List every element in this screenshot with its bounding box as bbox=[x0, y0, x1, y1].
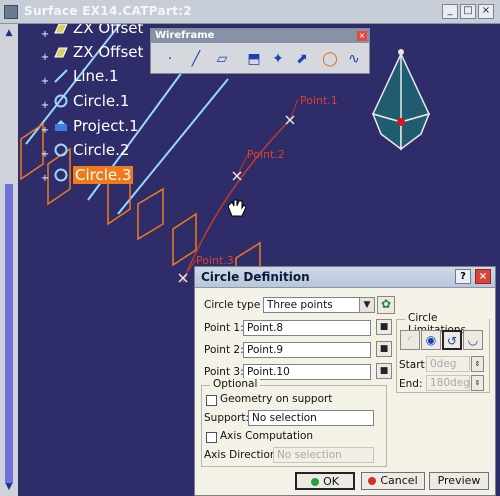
axis-computation-label: Axis Computation bbox=[220, 430, 314, 442]
circle-icon[interactable]: ◯ bbox=[319, 47, 341, 71]
point3-context-button[interactable]: ■ bbox=[376, 363, 392, 379]
dialog-close-button[interactable]: × bbox=[475, 269, 491, 284]
optional-label: Optional bbox=[210, 378, 261, 390]
point1-field[interactable]: Point.8 bbox=[243, 320, 371, 336]
geometry-on-support-checkbox[interactable] bbox=[206, 395, 217, 406]
wire-line-3 bbox=[117, 78, 229, 215]
whole-circle-icon[interactable]: ◉ bbox=[421, 330, 441, 350]
point1-context-button[interactable]: ■ bbox=[376, 319, 392, 335]
window-title: Surface EX14.CATPart:2 bbox=[24, 4, 192, 18]
profile-5 bbox=[172, 212, 197, 267]
plane-icon bbox=[54, 43, 68, 58]
line-icon bbox=[54, 67, 68, 83]
trimmed-circle-icon[interactable]: ◜ bbox=[400, 330, 420, 350]
dialog-title: Circle Definition bbox=[201, 270, 310, 284]
end-spinner-icon[interactable]: ⇕ bbox=[471, 375, 484, 391]
plane-icon[interactable]: ▱ bbox=[211, 47, 233, 71]
plane-icon bbox=[54, 24, 68, 34]
point-icon[interactable]: · bbox=[159, 47, 181, 71]
tree-item-project-1[interactable]: Project.1 bbox=[54, 115, 139, 137]
parallel-curve-icon[interactable]: ⬈ bbox=[291, 47, 313, 71]
spline-icon[interactable]: ∿ bbox=[343, 47, 365, 71]
circle-type-label: Circle type : bbox=[204, 299, 268, 311]
catia-app-icon bbox=[4, 5, 18, 19]
complementary-circle-icon[interactable]: ↺ bbox=[442, 330, 462, 350]
axis-direction-label: Axis Direction: bbox=[204, 449, 281, 461]
vertical-scrollbar[interactable]: ▲ ▼ bbox=[0, 24, 18, 496]
window-titlebar: Surface EX14.CATPart:2 _ □ × bbox=[0, 0, 500, 24]
dialog-titlebar[interactable]: Circle Definition ? × bbox=[195, 267, 495, 288]
point3-field[interactable]: Point.10 bbox=[243, 364, 371, 380]
sketch-icon[interactable]: ✿ bbox=[377, 296, 395, 314]
axis-computation-checkbox[interactable] bbox=[206, 432, 217, 443]
start-field[interactable]: 0deg bbox=[426, 356, 470, 372]
hand-cursor-icon bbox=[227, 199, 247, 217]
cancel-icon bbox=[368, 477, 377, 485]
label-point-2: Point.2 bbox=[247, 148, 285, 161]
intersection-icon[interactable]: ✦ bbox=[267, 47, 289, 71]
line-icon[interactable]: ╱ bbox=[185, 47, 207, 71]
tree-expand-icon[interactable]: + bbox=[40, 53, 50, 63]
tree-item-line-1[interactable]: Line.1 bbox=[54, 65, 119, 87]
tree-item-zx-offset-2[interactable]: ZX Offset bbox=[54, 41, 143, 63]
point2-context-button[interactable]: ■ bbox=[376, 341, 392, 357]
profile-4 bbox=[137, 187, 164, 241]
scroll-thumb[interactable] bbox=[5, 184, 13, 484]
circle-type-select[interactable]: Three points bbox=[263, 297, 373, 313]
projection-icon[interactable]: ⬒ bbox=[243, 47, 265, 71]
start-spinner-icon[interactable]: ⇕ bbox=[471, 356, 484, 372]
tree-expand-icon[interactable]: + bbox=[40, 150, 50, 160]
tree-item-circle-2[interactable]: Circle.2 bbox=[54, 139, 129, 161]
cancel-button[interactable]: Cancel bbox=[361, 472, 425, 490]
tree-item-circle-1[interactable]: Circle.1 bbox=[54, 90, 129, 112]
wireframe-toolbar: Wireframe × · ╱ ▱ ⬒ ✦ ⬈ ◯ ∿ bbox=[150, 28, 370, 74]
tree-expand-icon[interactable]: + bbox=[40, 174, 50, 184]
chevron-down-icon[interactable]: ▼ bbox=[359, 297, 375, 313]
arc-circle-icon[interactable]: ◡ bbox=[463, 330, 483, 350]
tree-expand-icon[interactable]: + bbox=[40, 126, 50, 136]
tree-expand-icon[interactable]: + bbox=[40, 30, 50, 40]
tree-expand-icon[interactable]: + bbox=[40, 101, 50, 111]
axis-direction-field[interactable]: No selection bbox=[273, 447, 374, 463]
maximize-button[interactable]: □ bbox=[460, 4, 476, 19]
point1-label: Point 1: bbox=[204, 322, 244, 334]
end-field[interactable]: 180deg bbox=[426, 375, 470, 391]
point3-label: Point 3: bbox=[204, 366, 244, 378]
ok-button[interactable]: OK bbox=[295, 472, 355, 490]
point2-field[interactable]: Point.9 bbox=[243, 342, 371, 358]
circle-icon bbox=[54, 92, 68, 108]
toolbar-close-icon[interactable]: × bbox=[357, 31, 367, 41]
help-button[interactable]: ? bbox=[455, 269, 471, 284]
preview-button[interactable]: Preview bbox=[429, 472, 489, 490]
close-window-button[interactable]: × bbox=[478, 4, 494, 19]
start-label: Start: bbox=[399, 359, 429, 371]
scroll-down-arrow-icon[interactable]: ▼ bbox=[2, 480, 16, 494]
tree-item-zx-offset-1[interactable]: ZX Offset bbox=[54, 24, 143, 39]
scroll-up-arrow-icon[interactable]: ▲ bbox=[2, 26, 16, 40]
label-point-1: Point.1 bbox=[300, 94, 338, 107]
project-icon bbox=[54, 117, 68, 131]
compass-icon bbox=[371, 49, 431, 151]
minimize-button[interactable]: _ bbox=[442, 4, 458, 19]
tree-item-circle-3[interactable]: Circle.3 bbox=[54, 164, 134, 186]
point2-label: Point 2: bbox=[204, 344, 244, 356]
circle-icon bbox=[54, 141, 68, 157]
support-field[interactable]: No selection bbox=[248, 410, 374, 426]
toolbar-title: Wireframe bbox=[151, 29, 369, 43]
support-label: Support: bbox=[204, 412, 250, 424]
ok-icon bbox=[311, 478, 320, 486]
circle-icon bbox=[54, 166, 68, 182]
circle-definition-dialog: Circle Definition ? × Circle type : Thre… bbox=[194, 266, 496, 496]
geometry-on-support-label: Geometry on support bbox=[220, 393, 333, 405]
tree-expand-icon[interactable]: + bbox=[40, 77, 50, 87]
end-label: End: bbox=[399, 378, 423, 390]
